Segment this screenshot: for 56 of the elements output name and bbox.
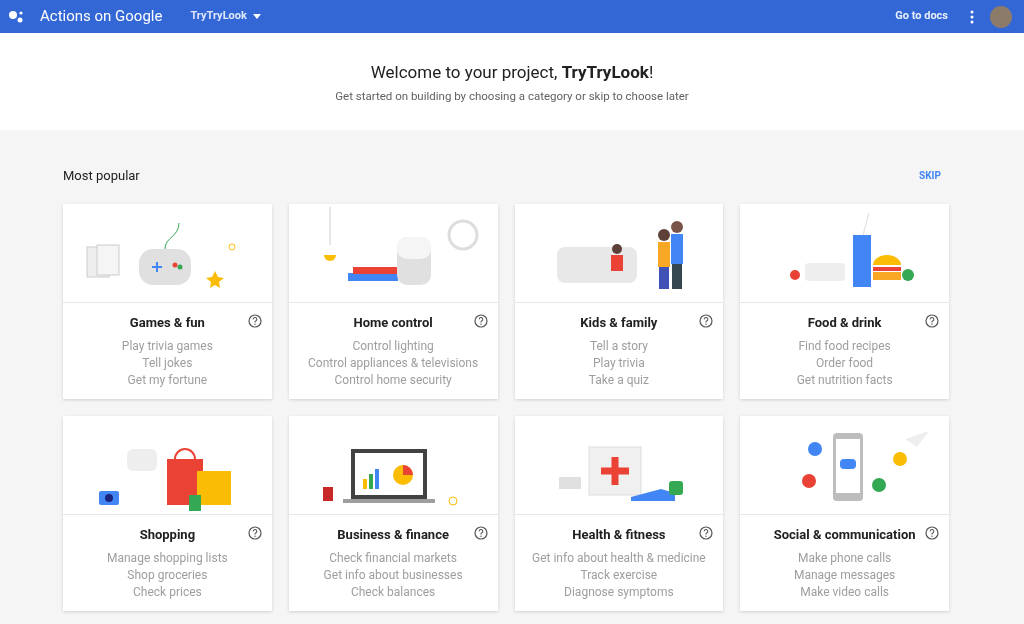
welcome-subtitle: Get started on building by choosing a category or skip to choose later: [335, 88, 689, 105]
example-query: Get info about health & medicine: [532, 549, 706, 567]
category-card[interactable]: Business & finance Check financial markets Get info about businesses Check balances: [288, 415, 498, 611]
help-icon[interactable]: [473, 313, 488, 328]
category-title: Games & fun: [129, 314, 205, 331]
example-query: Manage messages: [793, 566, 896, 584]
category-card[interactable]: Health & fitness Get info about health & medicine Track exercise Diagnose symptoms: [514, 415, 724, 611]
example-query: Get info about businesses: [323, 566, 463, 584]
example-query: Tell a story: [589, 337, 648, 355]
example-query: Play trivia games: [121, 337, 213, 355]
example-query: Tell jokes: [142, 354, 193, 372]
example-query: Shop groceries: [127, 566, 208, 584]
category-title: Home control: [353, 314, 433, 331]
category-card[interactable]: Shopping Manage shopping lists Shop groceries Check prices: [63, 415, 272, 611]
example-query: Track exercise: [580, 566, 658, 584]
example-query: Find food recipes: [798, 337, 891, 355]
caret-icon: [252, 14, 261, 19]
example-query: Control lighting: [352, 337, 434, 355]
help-icon[interactable]: [247, 525, 262, 540]
example-query: Check financial markets: [329, 549, 457, 567]
example-query: Make phone calls: [797, 549, 892, 567]
example-query: Order food: [816, 354, 874, 372]
category-title: Kids & family: [580, 314, 658, 331]
example-query: Control appliances & televisions: [308, 354, 479, 372]
category-title: Health & fitness: [572, 526, 666, 543]
category-card[interactable]: Food & drink Find food recipes Order food Get nutrition facts: [740, 203, 949, 399]
category-title: Food & drink: [807, 314, 882, 331]
help-icon[interactable]: [699, 525, 714, 540]
example-query: Check balances: [350, 583, 436, 601]
section-title: Most popular: [63, 167, 140, 185]
project-dropdown[interactable]: TryTryLook: [190, 8, 261, 25]
category-card[interactable]: Games & fun Play trivia games Tell jokes Get my fortune: [63, 203, 272, 399]
help-icon[interactable]: [247, 313, 262, 328]
category-title: Business & finance: [337, 526, 449, 543]
example-query: Diagnose symptoms: [564, 583, 674, 601]
category-card[interactable]: Home control Control lighting Control appliances & televisions Control home security: [288, 203, 498, 399]
category-title: Shopping: [139, 526, 196, 543]
welcome-title: Welcome to your project, TryTryLook!: [370, 61, 654, 83]
example-query: Control home security: [334, 371, 452, 389]
example-query: Make video calls: [800, 583, 890, 601]
app-title: Actions on Google: [40, 6, 163, 28]
example-query: Play trivia: [593, 354, 645, 372]
example-query: Check prices: [133, 583, 202, 601]
category-card[interactable]: Kids & family Tell a story Play trivia Take a quiz: [514, 203, 724, 399]
help-icon[interactable]: [473, 525, 488, 540]
help-icon[interactable]: [925, 525, 939, 540]
example-query: Get my fortune: [127, 371, 208, 389]
example-query: Get nutrition facts: [796, 371, 893, 389]
help-icon[interactable]: [925, 313, 939, 328]
docs-link[interactable]: Go to docs: [895, 8, 948, 25]
category-title: Social & communication: [773, 526, 916, 543]
help-icon[interactable]: [699, 313, 714, 328]
example-query: Manage shopping lists: [107, 549, 228, 567]
example-query: Take a quiz: [588, 371, 649, 389]
more-options-icon[interactable]: [970, 9, 974, 24]
category-card[interactable]: Social & communication Make phone calls Manage messages Make video calls: [740, 415, 949, 611]
